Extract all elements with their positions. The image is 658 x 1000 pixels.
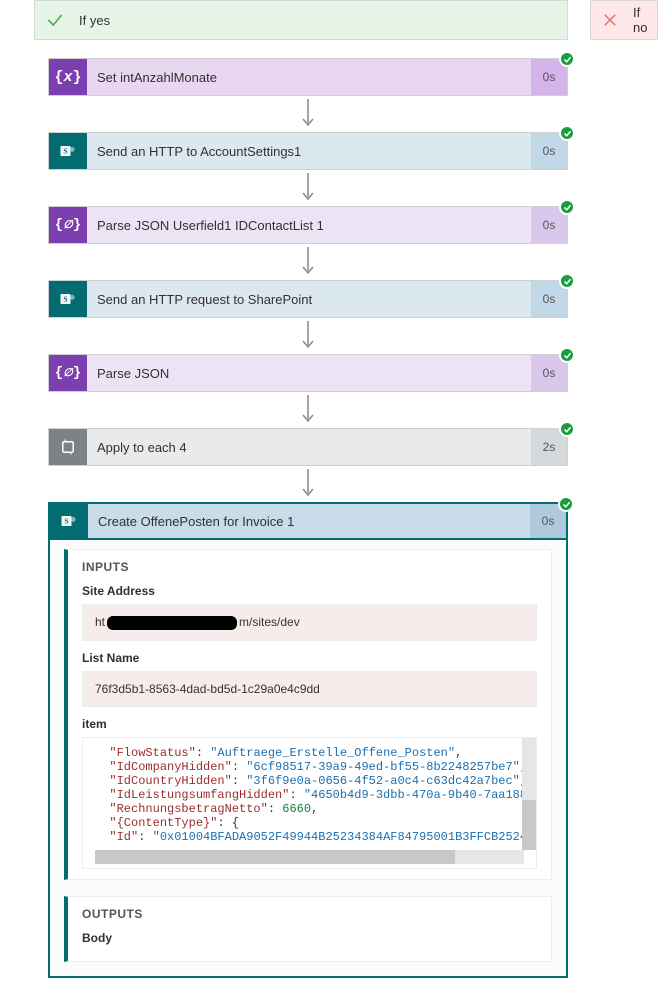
arrow-down-icon — [48, 170, 568, 206]
arrow-down-icon — [48, 466, 568, 502]
json-icon: {∅} — [49, 355, 87, 391]
body-label: Body — [82, 931, 537, 945]
sharepoint-icon: S — [50, 504, 88, 538]
branch-no-label: If no — [629, 5, 657, 35]
json-row: "IdLeistungsumfangHidden": "4650b4d9-3db… — [95, 788, 524, 802]
step-set-var[interactable]: {x}Set intAnzahlMonate0s — [48, 58, 568, 96]
svg-text:S: S — [64, 517, 68, 526]
step-title: Parse JSON Userfield1 IDContactList 1 — [87, 207, 531, 243]
item-json-value[interactable]: "FlowStatus": "Auftraege_Erstelle_Offene… — [82, 737, 537, 869]
success-badge-icon — [559, 125, 575, 141]
branch-yes-header[interactable]: If yes — [34, 0, 568, 40]
arrow-down-icon — [48, 96, 568, 132]
list-name-value: 76f3d5b1-8563-4dad-bd5d-1c29a0e4c9dd — [82, 671, 537, 707]
success-badge-icon — [559, 51, 575, 67]
arrow-down-icon — [48, 318, 568, 354]
close-icon — [591, 0, 629, 40]
check-icon — [35, 0, 75, 40]
loop-icon — [49, 429, 87, 465]
svg-text:S: S — [63, 147, 67, 156]
item-label: item — [82, 717, 537, 731]
step-title: Create OffenePosten for Invoice 1 — [88, 504, 530, 538]
arrow-down-icon — [48, 392, 568, 428]
outputs-section: OUTPUTS Body — [64, 896, 552, 962]
success-badge-icon — [559, 347, 575, 363]
step-title: Send an HTTP request to SharePoint — [87, 281, 531, 317]
step-title: Apply to each 4 — [87, 429, 531, 465]
json-row: "FlowStatus": "Auftraege_Erstelle_Offene… — [95, 746, 524, 760]
success-badge-icon — [559, 421, 575, 437]
outputs-title: OUTPUTS — [82, 907, 537, 921]
step-title: Send an HTTP to AccountSettings1 — [87, 133, 531, 169]
brace-icon: {x} — [49, 59, 87, 95]
sp-icon: S — [49, 281, 87, 317]
step-expanded-panel: INPUTS Site Address htm/sites/dev List N… — [48, 539, 568, 978]
json-row: "{ContentType}": { — [95, 816, 524, 830]
success-badge-icon — [559, 273, 575, 289]
site-address-value: htm/sites/dev — [82, 604, 537, 641]
step-http-sp[interactable]: SSend an HTTP request to SharePoint0s — [48, 280, 568, 318]
list-name-label: List Name — [82, 651, 537, 665]
step-title: Set intAnzahlMonate — [87, 59, 531, 95]
step-title: Parse JSON — [87, 355, 531, 391]
step-http-acct[interactable]: SSend an HTTP to AccountSettings10s — [48, 132, 568, 170]
inputs-section: INPUTS Site Address htm/sites/dev List N… — [64, 549, 552, 880]
arrow-down-icon — [48, 244, 568, 280]
svg-text:S: S — [63, 295, 67, 304]
step-loop[interactable]: Apply to each 42s — [48, 428, 568, 466]
step-create-offeneposten[interactable]: S Create OffenePosten for Invoice 1 0s — [48, 502, 568, 540]
redacted-icon — [107, 616, 237, 630]
success-badge-icon — [558, 496, 574, 512]
inputs-title: INPUTS — [82, 560, 537, 574]
json-row: "RechnungsbetragNetto": 6660, — [95, 802, 524, 816]
branch-yes-label: If yes — [75, 13, 110, 28]
step-parse-uf[interactable]: {∅}Parse JSON Userfield1 IDContactList 1… — [48, 206, 568, 244]
step-parse[interactable]: {∅}Parse JSON0s — [48, 354, 568, 392]
site-address-label: Site Address — [82, 584, 537, 598]
success-badge-icon — [559, 199, 575, 215]
json-row: "IdCompanyHidden": "6cf98517-39a9-49ed-b… — [95, 760, 524, 774]
json-icon: {∅} — [49, 207, 87, 243]
json-row: "Id": "0x01004BFADA9052F49944B25234384AF… — [95, 830, 524, 844]
json-row: "IdCountryHidden": "3f6f9e0a-0656-4f52-a… — [95, 774, 524, 788]
horizontal-scrollbar[interactable] — [95, 850, 524, 864]
sp-icon: S — [49, 133, 87, 169]
branch-no-header[interactable]: If no — [590, 0, 658, 40]
vertical-scrollbar[interactable] — [522, 738, 536, 850]
